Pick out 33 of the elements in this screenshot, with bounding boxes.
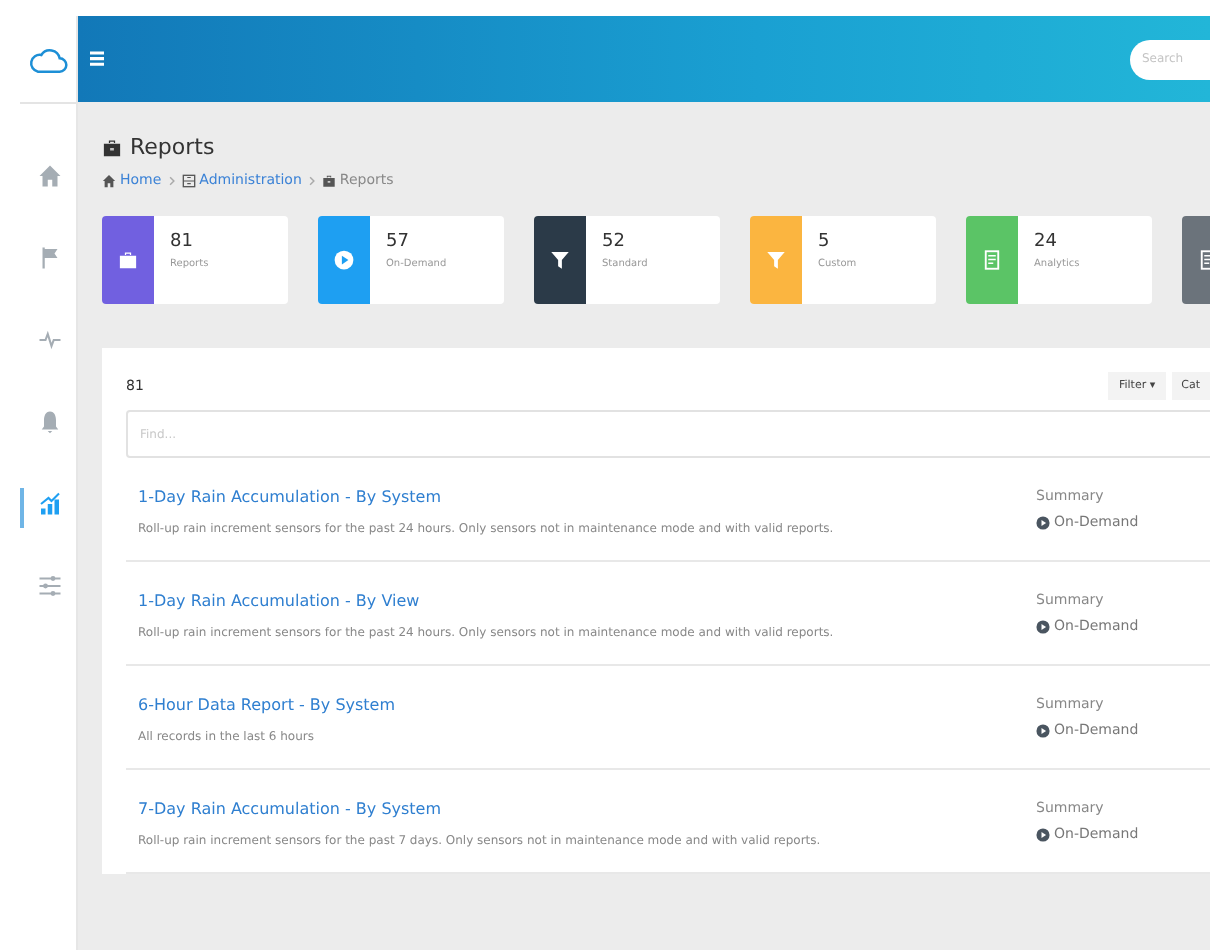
play-icon	[1036, 827, 1050, 841]
bell-icon	[38, 410, 62, 434]
briefcase-icon	[321, 173, 336, 187]
filter-icon	[550, 250, 570, 270]
sliders-icon	[38, 574, 62, 598]
flag-icon	[38, 246, 62, 270]
briefcase-icon	[102, 137, 122, 157]
report-title-link[interactable]: 1-Day Rain Accumulation - By View	[138, 592, 834, 610]
page-title: Reports	[130, 134, 215, 160]
play-icon	[334, 250, 354, 270]
play-icon	[1036, 619, 1050, 633]
filter-icon	[766, 250, 786, 270]
chart-icon	[38, 492, 62, 516]
panel-icon	[181, 173, 196, 187]
chevron-icon	[167, 175, 176, 185]
briefcase-icon	[118, 250, 138, 270]
pulse-icon	[38, 328, 62, 352]
play-icon	[1036, 515, 1050, 529]
play-icon	[1036, 723, 1050, 737]
home-icon	[102, 173, 116, 187]
cloud-logo-icon[interactable]	[28, 45, 68, 73]
menu-icon[interactable]	[90, 49, 104, 69]
stat-count: 57	[386, 232, 411, 252]
report-title-link[interactable]: 7-Day Rain Accumulation - By System	[138, 800, 821, 818]
stat-count: 5	[818, 232, 832, 252]
report-title-link[interactable]: 6-Hour Data Report - By System	[138, 696, 396, 714]
stat-count: 24	[1034, 232, 1059, 252]
chevron-icon	[307, 175, 316, 185]
stat-count: 81	[170, 232, 195, 252]
report-title-link[interactable]: 1-Day Rain Accumulation - By System	[138, 488, 834, 506]
document-icon	[982, 250, 1002, 270]
home-icon	[38, 164, 62, 188]
stat-count: 52	[602, 232, 627, 252]
